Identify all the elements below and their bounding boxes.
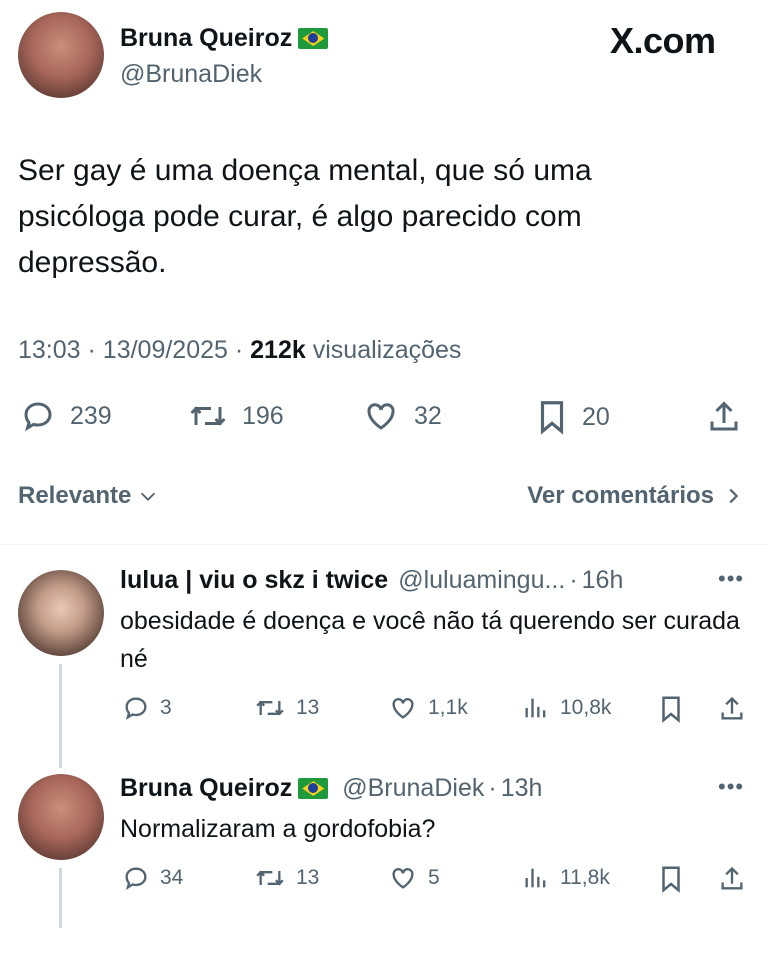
views-count: 11,8k — [560, 866, 610, 889]
reply-author-handle[interactable]: @BrunaDiek — [342, 774, 484, 803]
views-action[interactable]: 10,8k — [522, 694, 611, 722]
retweet-count: 196 — [242, 401, 284, 430]
heart-icon — [392, 868, 414, 889]
views-icon — [525, 698, 546, 718]
reply-count: 34 — [160, 866, 184, 889]
bookmark-action[interactable] — [658, 694, 684, 724]
bookmark-icon — [540, 401, 564, 435]
tweet-time[interactable]: 13:03 — [18, 336, 81, 364]
views-label: visualizações — [312, 336, 462, 364]
heart-icon — [392, 698, 414, 719]
thread-line — [59, 868, 62, 928]
reply-icon — [24, 402, 52, 432]
bookmark-count: 20 — [582, 402, 610, 431]
reply-dot-separator: · — [569, 566, 578, 594]
meta-separator: · — [234, 336, 251, 364]
tweet-date[interactable]: 13/09/2025 — [103, 336, 228, 364]
bookmark-action[interactable]: 20 — [536, 398, 610, 436]
bookmark-icon — [662, 696, 680, 723]
like-action[interactable]: 5 — [388, 864, 440, 892]
retweet-action[interactable]: 13 — [254, 864, 319, 892]
author-avatar[interactable] — [18, 12, 104, 98]
share-icon — [710, 401, 738, 431]
retweet-icon — [256, 870, 284, 886]
more-options-icon[interactable]: ••• — [718, 774, 744, 800]
like-count: 32 — [414, 401, 442, 430]
like-action[interactable]: 1,1k — [388, 694, 468, 722]
reply-header: lulua | viu o skz i twice @luluamingu...… — [120, 566, 623, 595]
retweet-action[interactable]: 13 — [254, 694, 319, 722]
thread-line — [59, 664, 62, 768]
brazil-flag-icon — [298, 28, 329, 49]
tweet-meta: 13:03 · 13/09/2025 · 212k visualizações — [18, 336, 461, 365]
share-action[interactable] — [718, 864, 746, 894]
reply-text: obesidade é doença e você não tá querend… — [120, 607, 740, 673]
reply-author-name[interactable]: Bruna Queiroz — [120, 774, 292, 803]
share-icon — [721, 866, 743, 890]
chevron-down-icon — [141, 492, 156, 501]
share-action[interactable] — [706, 398, 742, 436]
sort-relevance-tab[interactable]: Relevante — [18, 482, 159, 510]
reply-header: Bruna Queiroz @BrunaDiek · 13h — [120, 774, 542, 803]
reply-count: 3 — [160, 696, 172, 719]
bookmark-action[interactable] — [658, 864, 684, 894]
reply-icon — [125, 867, 147, 890]
views-count: 10,8k — [560, 696, 612, 719]
reply-time[interactable]: 16h — [582, 566, 624, 595]
sort-label: Relevante — [18, 482, 132, 509]
reply-dot-separator: · — [488, 774, 497, 802]
reply-action[interactable]: 34 — [122, 864, 183, 892]
bookmark-icon — [662, 866, 680, 893]
tweet-text: Ser gay é uma doença mental, que só uma … — [18, 154, 592, 279]
chevron-right-icon — [729, 488, 739, 504]
reply-action[interactable]: 239 — [20, 398, 112, 434]
author-handle[interactable]: @BrunaDiek — [120, 60, 262, 89]
retweet-icon — [256, 700, 284, 716]
author-name-row: Bruna Queiroz — [120, 24, 329, 53]
views-icon — [525, 868, 546, 888]
share-icon — [721, 696, 743, 720]
views-action[interactable]: 11,8k — [522, 864, 610, 892]
more-options-icon[interactable]: ••• — [718, 566, 744, 592]
retweet-action[interactable]: 196 — [188, 398, 284, 434]
reply-count: 239 — [70, 401, 112, 430]
like-count: 5 — [428, 866, 440, 889]
reply-author-handle[interactable]: @luluamingu... — [398, 566, 565, 595]
x-com-logo: X.com — [610, 20, 716, 61]
reply-avatar[interactable] — [18, 570, 104, 656]
reply-author-name[interactable]: lulua | viu o skz i twice — [120, 566, 388, 595]
heart-icon — [367, 403, 395, 430]
section-divider — [0, 544, 768, 545]
like-count: 1,1k — [428, 696, 468, 719]
meta-separator: · — [87, 336, 103, 364]
comments-label: Ver comentários — [527, 482, 714, 509]
reply-avatar[interactable] — [18, 774, 104, 860]
reply-time[interactable]: 13h — [501, 774, 543, 803]
reply-text: Normalizaram a gordofobia? — [120, 815, 436, 843]
reply-action[interactable]: 3 — [122, 694, 172, 722]
view-comments-link[interactable]: Ver comentários — [527, 482, 744, 510]
retweet-count: 13 — [296, 696, 320, 719]
share-action[interactable] — [718, 694, 746, 724]
retweet-count: 13 — [296, 866, 320, 889]
reply-icon — [125, 697, 147, 720]
like-action[interactable]: 32 — [362, 398, 442, 434]
views-count: 212k — [250, 336, 306, 364]
brazil-flag-icon — [298, 778, 329, 799]
retweet-icon — [190, 406, 226, 426]
author-name[interactable]: Bruna Queiroz — [120, 24, 292, 53]
